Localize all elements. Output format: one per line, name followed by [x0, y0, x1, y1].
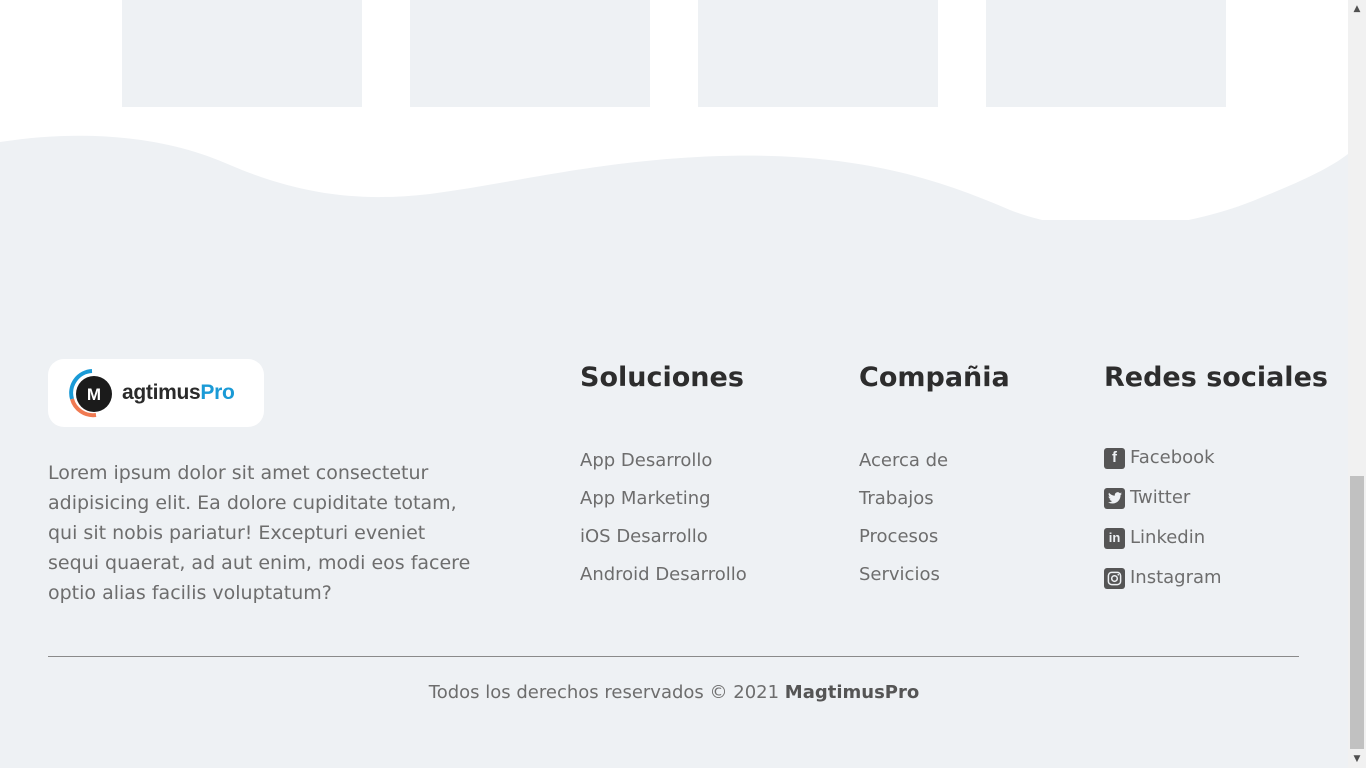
- copyright-brand: MagtimusPro: [784, 682, 920, 703]
- instagram-icon: [1104, 567, 1125, 589]
- footer-divider: [48, 656, 1299, 657]
- solutions-link-app-desarrollo[interactable]: App Desarrollo: [580, 442, 747, 480]
- logo-text-accent: Pro: [200, 381, 235, 404]
- logo-wordmark: agtimusPro: [122, 381, 235, 405]
- twitter-icon: [1104, 487, 1125, 509]
- vertical-scrollbar[interactable]: ▲ ▼: [1348, 0, 1366, 768]
- social-link-linkedin[interactable]: in Linkedin: [1104, 518, 1328, 558]
- linkedin-icon: in: [1104, 527, 1125, 549]
- company-link-procesos[interactable]: Procesos: [859, 518, 1010, 556]
- solutions-link-android-desarrollo[interactable]: Android Desarrollo: [580, 556, 747, 594]
- copyright: Todos los derechos reservados © 2021 Mag…: [0, 682, 1348, 703]
- company-link-trabajos[interactable]: Trabajos: [859, 480, 1010, 518]
- social-link-facebook[interactable]: f Facebook: [1104, 438, 1328, 478]
- social-link-instagram[interactable]: Instagram: [1104, 558, 1328, 598]
- solutions-link-ios-desarrollo[interactable]: iOS Desarrollo: [580, 518, 747, 556]
- logo-text-dark: agtimus: [122, 381, 201, 404]
- svg-text:M: M: [87, 385, 101, 404]
- placeholder-card: [410, 0, 650, 107]
- company-link-servicios[interactable]: Servicios: [859, 556, 1010, 594]
- social-heading: Redes sociales: [1104, 362, 1328, 393]
- placeholder-card: [698, 0, 938, 107]
- company-column: Compañia Acerca de Trabajos Procesos Ser…: [859, 360, 1010, 594]
- solutions-link-app-marketing[interactable]: App Marketing: [580, 480, 747, 518]
- footer-logo[interactable]: M agtimusPro: [48, 359, 264, 427]
- social-link-twitter[interactable]: Twitter: [1104, 478, 1328, 518]
- solutions-column: Soluciones App Desarrollo App Marketing …: [580, 360, 747, 594]
- social-label: Instagram: [1130, 567, 1222, 588]
- placeholder-card: [122, 0, 362, 107]
- social-label: Twitter: [1130, 487, 1191, 508]
- scroll-down-arrow-icon[interactable]: ▼: [1348, 750, 1366, 768]
- copyright-text: Todos los derechos reservados © 2021: [428, 682, 780, 703]
- page: M agtimusPro Lorem ipsum dolor sit amet …: [0, 0, 1348, 768]
- company-link-acerca-de[interactable]: Acerca de: [859, 442, 1010, 480]
- facebook-icon: f: [1104, 447, 1125, 469]
- footer-description: Lorem ipsum dolor sit amet consectetur a…: [48, 462, 471, 604]
- logo-icon: M: [66, 367, 118, 419]
- placeholder-card: [986, 0, 1226, 107]
- company-heading: Compañia: [859, 362, 1010, 393]
- social-column: Redes sociales f Facebook Twitter in Lin…: [1104, 360, 1328, 598]
- social-label: Linkedin: [1130, 527, 1206, 548]
- solutions-heading: Soluciones: [580, 362, 744, 393]
- scroll-up-arrow-icon[interactable]: ▲: [1348, 0, 1366, 18]
- social-label: Facebook: [1130, 447, 1215, 468]
- scrollbar-thumb[interactable]: [1350, 476, 1364, 749]
